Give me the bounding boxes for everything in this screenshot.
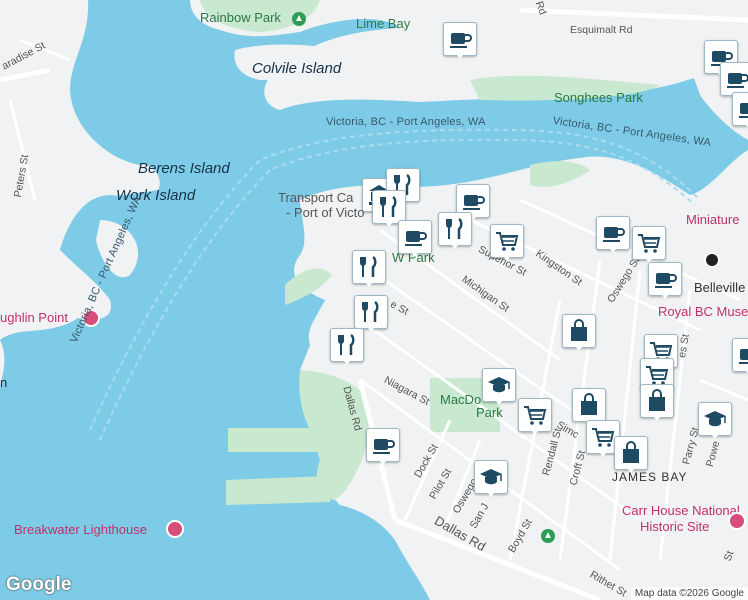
marker-pointer — [454, 51, 466, 59]
label-belleville: Belleville — [694, 280, 746, 295]
label-berens-island: Berens Island — [138, 160, 230, 177]
cafe-marker[interactable] — [398, 220, 432, 262]
park-tree-icon: ▲ — [292, 12, 306, 26]
label-left-edge: n — [0, 375, 8, 390]
marker-pointer — [573, 343, 585, 351]
school-marker[interactable] — [482, 368, 516, 410]
label-carr-house-2: Historic Site — [640, 519, 710, 534]
cafe-marker[interactable] — [596, 216, 630, 258]
school-marker[interactable] — [698, 402, 732, 444]
shop-marker[interactable] — [562, 314, 596, 356]
label-breakwater-lighthouse: Breakwater Lighthouse — [14, 522, 147, 537]
lighthouse-pin-icon[interactable] — [166, 520, 184, 538]
marker-pointer — [743, 367, 748, 375]
grocery-marker[interactable] — [518, 398, 552, 440]
marker-pointer — [377, 457, 389, 465]
google-logo: Google — [6, 574, 72, 595]
cafe-marker[interactable] — [443, 22, 477, 64]
carr-house-pin-icon[interactable] — [728, 512, 746, 530]
restaurant-marker[interactable] — [438, 212, 472, 254]
label-royal-bc-museum: Royal BC Muse — [658, 304, 748, 319]
marker-pointer — [341, 357, 353, 365]
museum-dot-icon[interactable] — [704, 252, 720, 268]
label-carr-house-1: Carr House National — [622, 503, 740, 518]
label-songhees-park: Songhees Park — [554, 90, 643, 105]
school-marker[interactable] — [474, 460, 508, 502]
marker-pointer — [409, 249, 421, 257]
marker-pointer — [597, 449, 609, 457]
marker-pointer — [743, 121, 748, 129]
cafe-marker[interactable] — [732, 338, 748, 380]
grocery-marker[interactable] — [490, 224, 524, 266]
cafe-marker[interactable] — [732, 92, 748, 134]
restaurant-marker[interactable] — [352, 250, 386, 292]
marker-pointer — [607, 245, 619, 253]
label-lime-bay: Lime Bay — [356, 16, 411, 31]
label-miniature: Miniature — [686, 212, 740, 227]
marker-pointer — [485, 489, 497, 497]
marker-pointer — [659, 291, 671, 299]
marker-pointer — [363, 279, 375, 287]
label-transport-canada-1: Transport Ca — [278, 190, 354, 205]
marker-pointer — [449, 241, 461, 249]
cafe-marker[interactable] — [648, 262, 682, 304]
label-rainbow-park: Rainbow Park — [200, 10, 281, 25]
street-esquimalt: Esquimalt Rd — [570, 24, 633, 36]
map-attribution[interactable]: Map data ©2026 Google — [630, 587, 748, 600]
shop-marker[interactable] — [640, 384, 674, 426]
marker-pointer — [365, 324, 377, 332]
marker-pointer — [529, 427, 541, 435]
label-macdonald-park-1: MacDo — [440, 392, 482, 407]
marker-pointer — [383, 219, 395, 227]
marker-pointer — [625, 465, 637, 473]
marker-pointer — [709, 431, 721, 439]
marker-pointer — [501, 253, 513, 261]
ferry-label-top: Victoria, BC - Port Angeles, WA — [326, 116, 486, 128]
label-transport-canada-2: - Port of Victo — [286, 205, 365, 220]
label-colvile-island: Colvile Island — [252, 60, 342, 77]
label-mclaughlin-point: ughlin Point — [0, 310, 68, 325]
marker-pointer — [493, 397, 505, 405]
cafe-marker[interactable] — [366, 428, 400, 470]
park-tree-icon-south: ▲ — [541, 529, 555, 543]
shop-marker[interactable] — [614, 436, 648, 478]
restaurant-marker[interactable] — [330, 328, 364, 370]
breakwater-lower — [226, 476, 330, 505]
label-work-island: Work Island — [116, 187, 196, 204]
marker-pointer — [651, 413, 663, 421]
